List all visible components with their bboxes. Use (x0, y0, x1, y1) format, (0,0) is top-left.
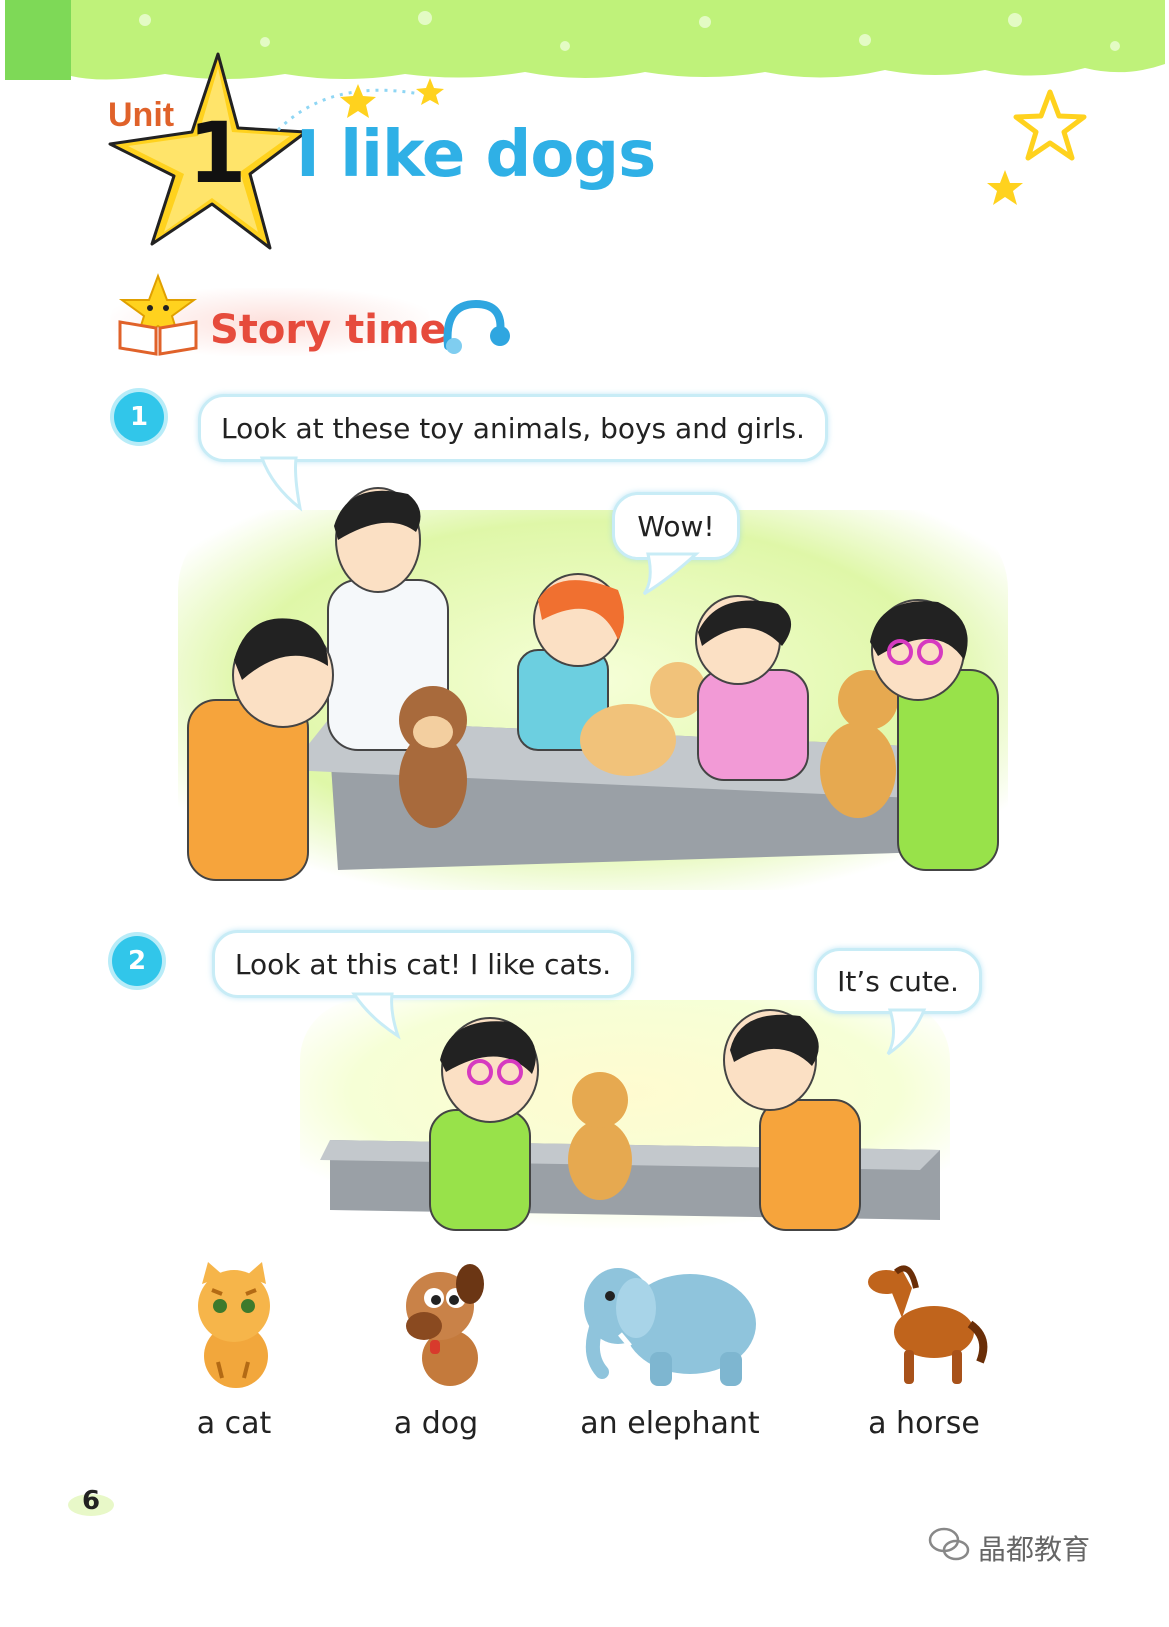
speech-bubble-tail (642, 552, 700, 596)
watermark: 晶都教育 (978, 1533, 1091, 1566)
headphones-icon[interactable] (434, 296, 514, 358)
horse-icon (868, 1265, 988, 1384)
speech-bubble-text: Look at this cat! I like cats. (234, 947, 612, 981)
vocab-label: a cat (196, 1406, 272, 1441)
speech-bubble-text: Look at these toy animals, boys and girl… (221, 411, 805, 445)
vocab-label: an elephant (580, 1406, 760, 1441)
scene-number-badge: 1 (114, 392, 164, 442)
speech-bubble: Look at this cat! I like cats. (212, 930, 634, 998)
speech-bubble-text: Wow! (637, 509, 715, 543)
wechat-icon (928, 1527, 970, 1561)
classroom-scene-illustration (178, 487, 1008, 890)
outline-star-icon (1013, 89, 1087, 161)
speech-bubble: It’s cute. (814, 948, 982, 1014)
elephant-icon (584, 1268, 756, 1386)
dog-icon (406, 1264, 484, 1386)
page-number: 6 (82, 1486, 101, 1516)
speech-bubble-tail (259, 456, 303, 512)
vocab-label: a dog (393, 1406, 479, 1441)
speech-bubble: Look at these toy animals, boys and girl… (198, 394, 828, 462)
speech-bubble: Wow! (612, 492, 740, 560)
unit-label: Unit (108, 96, 175, 134)
section-title: Story time (210, 307, 447, 353)
vocab-label: a horse (868, 1406, 980, 1441)
small-star-icon (987, 170, 1023, 205)
speech-bubble-tail (351, 992, 401, 1040)
speech-bubble-tail (886, 1008, 927, 1056)
reading-star-icon (118, 273, 198, 356)
unit-title: I like dogs (296, 118, 656, 192)
unit-number: 1 (188, 104, 247, 202)
cat-icon (198, 1262, 270, 1388)
scene-number-badge: 2 (112, 936, 162, 986)
speech-bubble-text: It’s cute. (837, 964, 959, 998)
